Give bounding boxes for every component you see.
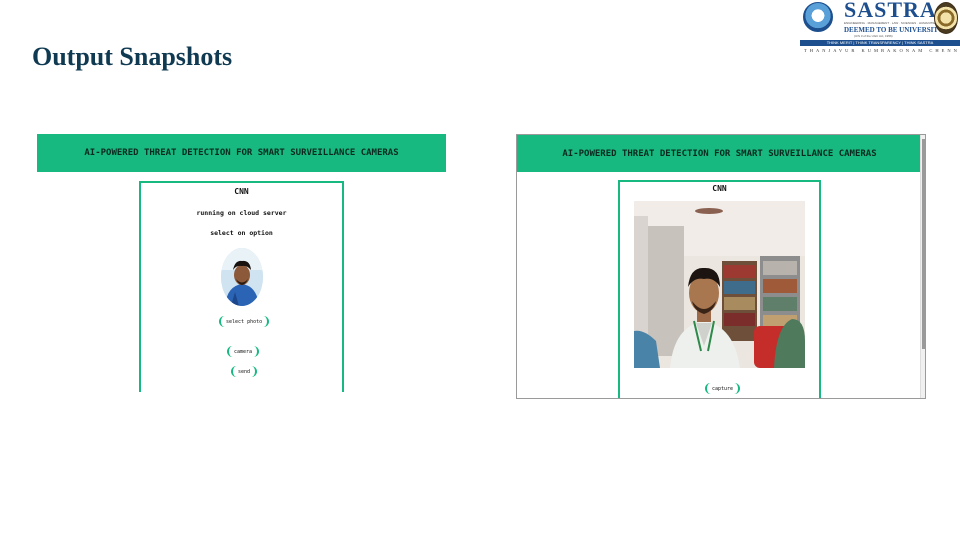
card-heading: CNN (712, 184, 727, 193)
card-heading: CNN (234, 187, 249, 196)
scrollbar[interactable] (920, 135, 925, 398)
scrollbar-thumb[interactable] (922, 139, 925, 349)
logo-act: (U/S 3 of the UGC Act, 1956) (854, 34, 893, 38)
user-photo-avatar (221, 248, 263, 306)
capture-button[interactable]: capture (705, 383, 741, 394)
select-photo-button[interactable]: select photo (219, 316, 270, 327)
app-card: CNN capture (618, 180, 821, 398)
app-banner: AI-POWERED THREAT DETECTION FOR SMART SU… (37, 134, 446, 172)
camera-button[interactable]: camera (227, 346, 260, 357)
screenshot-camera-view: AI-POWERED THREAT DETECTION FOR SMART SU… (516, 134, 926, 399)
logo-name: SASTRA (844, 0, 937, 22)
slide-title: Output Snapshots (32, 42, 233, 71)
logo-deemed: DEEMED TO BE UNIVERSITY (844, 26, 944, 34)
prompt-text: select on option (210, 229, 273, 237)
app-banner: AI-POWERED THREAT DETECTION FOR SMART SU… (517, 135, 922, 172)
screenshot-upload-view: AI-POWERED THREAT DETECTION FOR SMART SU… (37, 134, 447, 392)
logo-cities: THANJAVUR KUMBAKONAM CHENNAI (804, 48, 960, 53)
camera-feed-image (634, 201, 805, 368)
seal-icon (934, 2, 958, 34)
send-button[interactable]: send (231, 366, 258, 377)
logo-motto: THINK MERIT | THINK TRANSPARENCY | THINK… (800, 40, 960, 46)
app-card: CNN running on cloud server select on op… (139, 181, 344, 392)
university-emblem-icon (803, 2, 833, 32)
status-text: running on cloud server (196, 209, 287, 217)
